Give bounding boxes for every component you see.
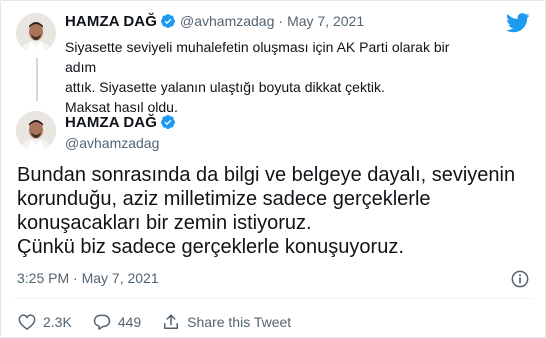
author-name[interactable]: HAMZA DAĞ bbox=[65, 114, 157, 131]
twitter-bird-icon[interactable] bbox=[506, 13, 530, 33]
reply-button[interactable]: 449 bbox=[92, 312, 141, 332]
main-text-line: Bundan sonrasında da bilgi ve belgeye da… bbox=[17, 164, 516, 186]
heart-icon bbox=[18, 314, 36, 331]
main-tweet-text: Bundan sonrasında da bilgi ve belgeye da… bbox=[17, 163, 527, 259]
main-tweet-header: HAMZA DAĞ @avhamzadag bbox=[65, 114, 176, 151]
main-text-line: Çünkü biz sadece gerçeklerle konuşuyoruz… bbox=[17, 236, 404, 258]
tweet-actions-bar: 2.3K 449 Share this Tweet bbox=[17, 312, 311, 332]
tweet-date[interactable]: May 7, 2021 bbox=[287, 13, 364, 29]
reply-count: 449 bbox=[117, 314, 142, 330]
quoted-tweet-text: Siyasette seviyeli muhalefetin oluşması … bbox=[65, 37, 465, 117]
divider bbox=[15, 298, 533, 299]
author-avatar[interactable] bbox=[16, 111, 56, 151]
quoted-text-line: attık. Siyasette yalanın ulaştığı boyuta… bbox=[65, 79, 385, 95]
author-handle[interactable]: @avhamzadag bbox=[65, 135, 176, 151]
share-button[interactable]: Share this Tweet bbox=[161, 312, 291, 332]
main-text-line: konuşacakları bir zemin istiyoruz. bbox=[17, 212, 312, 234]
reply-bubble-icon bbox=[93, 314, 111, 330]
quoted-text-line: Siyasette seviyeli muhalefetin oluşması … bbox=[65, 39, 450, 75]
verified-badge-icon bbox=[160, 14, 175, 28]
verified-badge-icon bbox=[160, 115, 175, 129]
like-count: 2.3K bbox=[43, 314, 72, 330]
info-icon[interactable] bbox=[510, 269, 530, 289]
author-avatar[interactable] bbox=[16, 13, 56, 53]
main-text-line: korunduğu, aziz milletimize sadece gerçe… bbox=[17, 188, 431, 210]
share-upload-icon bbox=[164, 314, 179, 329]
quoted-tweet-header: HAMZA DAĞ @avhamzadag · May 7, 2021 bbox=[65, 13, 364, 31]
tweet-embed-card: HAMZA DAĞ @avhamzadag · May 7, 2021 Siyaset… bbox=[0, 0, 546, 338]
share-label: Share this Tweet bbox=[187, 314, 292, 330]
author-handle[interactable]: @avhamzadag bbox=[180, 13, 274, 29]
thread-connector-line bbox=[36, 58, 38, 101]
author-name[interactable]: HAMZA DAĞ bbox=[65, 13, 157, 30]
separator-dot: · bbox=[278, 13, 284, 29]
tweet-timestamp[interactable]: 3:25 PM · May 7, 2021 bbox=[17, 270, 159, 286]
like-button[interactable]: 2.3K bbox=[17, 312, 72, 332]
